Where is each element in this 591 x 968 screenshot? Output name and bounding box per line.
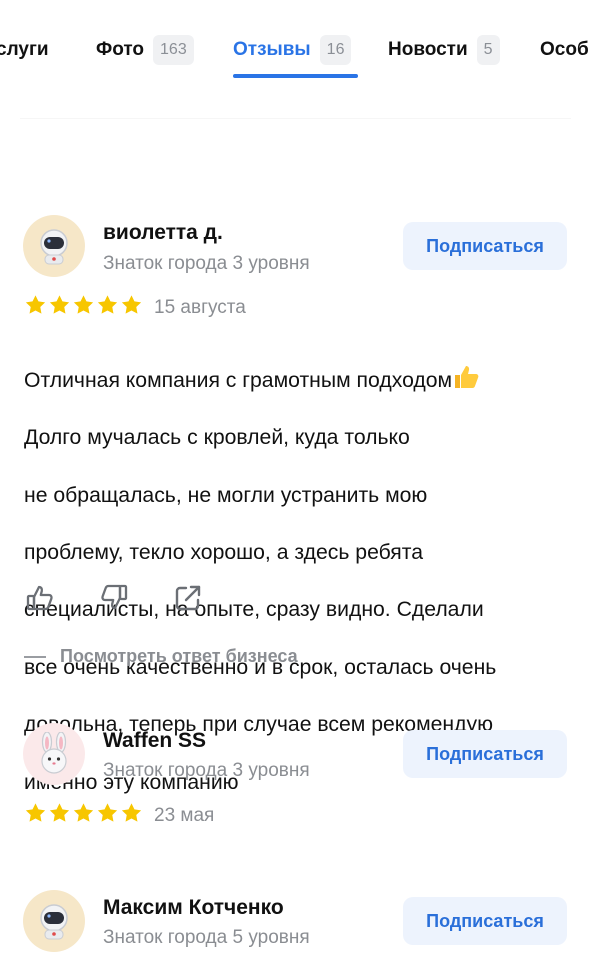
review-actions	[24, 582, 246, 614]
star-icon	[97, 295, 118, 314]
review-text-line: Долго мучалась с кровлей, куда только	[24, 426, 410, 450]
review-text-line: Отличная компания с грамотным подходом	[24, 364, 569, 396]
author-rank: Знаток города 3 уровня	[103, 760, 310, 781]
star-icon	[49, 803, 70, 822]
author-name[interactable]: виолетта д.	[103, 221, 223, 245]
dislike-button[interactable]	[98, 582, 130, 614]
thumb-up-icon	[26, 585, 53, 611]
author-name[interactable]: Максим Котченко	[103, 896, 284, 920]
subscribe-button[interactable]: Подписаться	[403, 222, 567, 270]
star-icon	[97, 803, 118, 822]
dash-icon	[24, 655, 46, 658]
tab-services[interactable]: слуги	[0, 34, 49, 66]
tab-label: Фото	[96, 39, 145, 60]
rating-stars	[24, 294, 143, 316]
tab-photos[interactable]: Фото 163	[96, 34, 194, 66]
star-icon	[121, 295, 142, 314]
tab-label: Особ	[540, 39, 589, 60]
tab-label: Отзывы	[233, 39, 311, 60]
review-text-segment: Отличная компания с грамотным подходом	[24, 368, 453, 392]
star-icon	[121, 803, 142, 822]
like-button[interactable]	[24, 582, 56, 614]
tab-label: слуги	[0, 39, 49, 60]
astronaut-icon	[40, 229, 68, 265]
avatar[interactable]	[23, 890, 85, 952]
author-rank: Знаток города 5 уровня	[103, 927, 310, 948]
tab-count-badge: 163	[153, 35, 194, 65]
rabbit-icon	[41, 732, 67, 774]
tab-label: Новости	[388, 39, 468, 60]
active-tab-indicator	[233, 74, 358, 78]
divider	[20, 118, 571, 119]
subscribe-button[interactable]: Подписаться	[403, 730, 567, 778]
share-button[interactable]	[172, 582, 204, 614]
subscribe-button[interactable]: Подписаться	[403, 897, 567, 945]
review-text-line: проблему, текло хорошо, а здесь ребята	[24, 540, 424, 564]
thumb-down-icon	[101, 584, 128, 610]
star-icon	[73, 295, 94, 314]
tab-reviews[interactable]: Отзывы 16	[233, 34, 352, 66]
star-icon	[73, 803, 94, 822]
astronaut-icon	[40, 904, 68, 940]
author-name[interactable]: Waffen SS	[103, 729, 206, 753]
avatar[interactable]	[23, 215, 85, 277]
thumbs-up-icon	[455, 365, 479, 388]
review-date: 15 августа	[154, 297, 246, 318]
review-date: 23 мая	[154, 805, 215, 826]
tab-count-badge: 5	[476, 35, 500, 65]
business-reply-label: Посмотреть ответ бизнеса	[60, 646, 298, 666]
tab-news[interactable]: Новости 5	[388, 34, 500, 66]
business-reply-link[interactable]: Посмотреть ответ бизнеса	[24, 646, 298, 667]
tabs-bar: слуги Фото 163 Отзывы 16 Новости 5 Особ	[0, 0, 591, 96]
tab-count-badge: 16	[319, 35, 352, 65]
star-icon	[25, 295, 46, 314]
rating-stars	[24, 802, 143, 824]
avatar[interactable]	[23, 723, 85, 785]
author-rank: Знаток города 3 уровня	[103, 253, 310, 274]
tab-features[interactable]: Особ	[540, 34, 589, 66]
share-icon	[175, 585, 201, 611]
star-icon	[25, 803, 46, 822]
review-text-line: не обращалась, не могли устранить мою	[24, 483, 428, 507]
star-icon	[49, 295, 70, 314]
